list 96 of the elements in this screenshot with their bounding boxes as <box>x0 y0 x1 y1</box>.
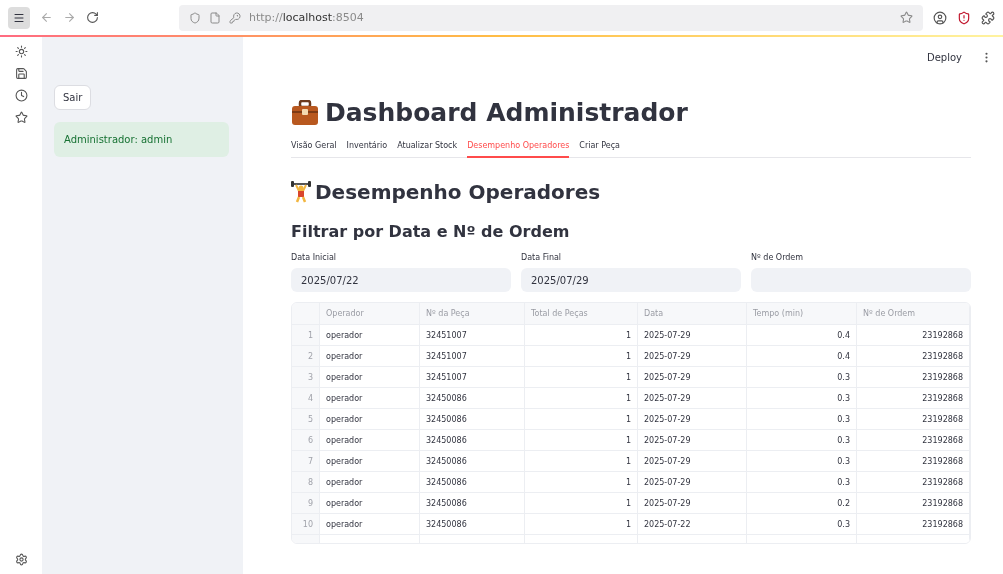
tab[interactable]: Criar Peça <box>579 141 620 158</box>
shield-extension-icon[interactable] <box>957 10 971 25</box>
sun-icon[interactable] <box>14 45 28 58</box>
table-cell: 2025-07-29 <box>638 451 747 472</box>
tab[interactable]: Inventário <box>346 141 388 158</box>
table-cell: 23192868 <box>857 325 970 346</box>
table-cell: operador <box>320 325 420 346</box>
table-cell: 23192868 <box>857 430 970 451</box>
table-cell: operador <box>320 451 420 472</box>
table-cell: 1 <box>525 451 638 472</box>
table-cell: 2025-07-29 <box>638 388 747 409</box>
row-index: 4 <box>292 388 320 409</box>
row-index: 10 <box>292 514 320 535</box>
table-cell: 0.4 <box>747 346 857 367</box>
table-cell: 1 <box>525 493 638 514</box>
table-cell: 0.2 <box>747 493 857 514</box>
settings-icon[interactable] <box>14 553 28 566</box>
table-cell: 2025-07-29 <box>638 430 747 451</box>
table-cell: 23192868 <box>857 346 970 367</box>
row-index: 8 <box>292 472 320 493</box>
table-cell: 32450086 <box>420 472 525 493</box>
table-cell: 23192868 <box>857 367 970 388</box>
table-cell: 32450086 <box>420 409 525 430</box>
row-index: 6 <box>292 430 320 451</box>
table-cell: 32450086 <box>420 493 525 514</box>
table-cell: 0.3 <box>747 451 857 472</box>
table-cell: 0.3 <box>747 367 857 388</box>
table-cell: 23192868 <box>857 451 970 472</box>
table-cell: operador <box>320 409 420 430</box>
input-field[interactable]: 2025/07/22 <box>291 268 511 292</box>
table-cell: 0.3 <box>747 388 857 409</box>
table-cell: 1 <box>525 346 638 367</box>
table-cell: 0.4 <box>747 325 857 346</box>
table-cell: 32451007 <box>420 325 525 346</box>
filter-heading: Filtrar por Data e Nº de Ordem <box>291 222 571 241</box>
key-icon <box>229 11 241 24</box>
table-cell: 23192868 <box>857 472 970 493</box>
bookmark-star-icon[interactable] <box>900 11 913 24</box>
status-message: Administrador: admin <box>54 122 229 157</box>
address-bar[interactable]: http://localhost:8504 <box>179 4 923 31</box>
table-cell: operador <box>320 472 420 493</box>
table-cell: 1 <box>525 472 638 493</box>
row-index: 1 <box>292 325 320 346</box>
sidebar-toggle-icon[interactable] <box>8 6 30 29</box>
table-cell: 32451007 <box>420 346 525 367</box>
table-cell: 32450086 <box>420 388 525 409</box>
table-cell: 23192868 <box>857 409 970 430</box>
table-cell: 0.3 <box>747 472 857 493</box>
table-cell: 1 <box>525 409 638 430</box>
deploy-button[interactable]: Deploy <box>921 51 968 64</box>
table-cell: 2025-07-29 <box>638 409 747 430</box>
row-index: 7 <box>292 451 320 472</box>
row-index: 5 <box>292 409 320 430</box>
table-cell: 0.3 <box>747 430 857 451</box>
page-icon <box>209 11 221 24</box>
tab[interactable]: Visão Geral <box>291 141 337 158</box>
logout-button[interactable]: Sair <box>54 85 92 110</box>
table-cell: operador <box>320 346 420 367</box>
clock-icon[interactable] <box>14 89 28 102</box>
table-cell: operador <box>320 388 420 409</box>
shield-icon <box>189 11 201 24</box>
reload-icon[interactable] <box>86 11 99 24</box>
table-cell: 23192868 <box>857 493 970 514</box>
table-cell: 32450086 <box>420 430 525 451</box>
account-icon[interactable] <box>933 10 947 25</box>
table-cell: 1 <box>525 388 638 409</box>
save-icon[interactable] <box>14 67 28 80</box>
table-cell: 1 <box>525 430 638 451</box>
table-cell: 2025-07-29 <box>638 493 747 514</box>
table-cell: 0.3 <box>747 409 857 430</box>
row-index: 9 <box>292 493 320 514</box>
section-title: Desempenho Operadores <box>315 180 601 204</box>
table-cell: 1 <box>525 325 638 346</box>
table-cell: 1 <box>525 367 638 388</box>
table-cell: 2025-07-29 <box>638 346 747 367</box>
field-label: Nº de Ordem <box>751 253 805 262</box>
field-label: Data Final <box>521 253 563 262</box>
input-field[interactable]: 2025/07/29 <box>521 268 741 292</box>
table-cell: operador <box>320 493 420 514</box>
table-cell: 32451007 <box>420 367 525 388</box>
table-cell: operador <box>320 430 420 451</box>
table-cell: 2025-07-29 <box>638 367 747 388</box>
page-title: Dashboard Administrador <box>325 98 688 127</box>
row-index: 2 <box>292 346 320 367</box>
row-index: 3 <box>292 367 320 388</box>
table-cell: 2025-07-29 <box>638 472 747 493</box>
table-cell: 2025-07-29 <box>638 325 747 346</box>
table-cell: 32450086 <box>420 451 525 472</box>
extensions-icon[interactable] <box>981 10 995 25</box>
weightlifter-icon <box>291 181 311 203</box>
star-icon[interactable] <box>14 111 28 124</box>
field-label: Data Inicial <box>291 253 338 262</box>
table-cell: 23192868 <box>857 388 970 409</box>
briefcase-icon <box>291 99 319 126</box>
table-cell: operador <box>320 367 420 388</box>
tab[interactable]: Atualizar Stock <box>397 141 458 158</box>
